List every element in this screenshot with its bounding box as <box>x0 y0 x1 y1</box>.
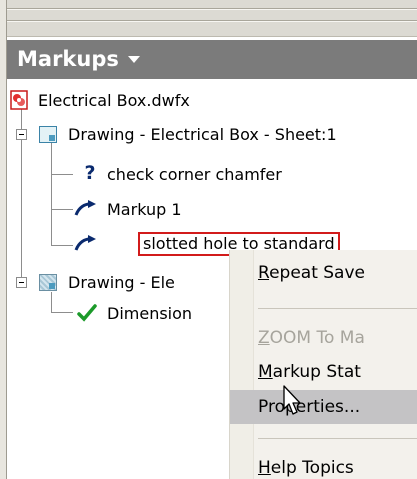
tree-item-markup[interactable]: Markup 1 <box>7 196 417 222</box>
collapse-toggle-icon[interactable] <box>16 129 27 140</box>
menu-item-label: Markup Stat <box>258 362 361 382</box>
question-mark-icon: ? <box>84 162 96 184</box>
markups-panel-header[interactable]: Markups <box>7 40 417 79</box>
panel-title: Markups <box>17 47 119 71</box>
tree-item-label: Electrical Box.dwfx <box>38 90 190 110</box>
collapse-toggle-icon[interactable] <box>16 277 27 288</box>
app-window: Markups Electrical Box.dwfx Drawing - El… <box>0 0 417 479</box>
curved-arrow-icon <box>74 235 96 251</box>
mouse-pointer-icon <box>283 385 301 415</box>
menu-item-label: Repeat Save <box>258 263 365 283</box>
dropdown-caret-icon[interactable] <box>127 56 140 63</box>
curved-arrow-icon <box>74 200 96 216</box>
menu-item-label: Help Topics <box>258 458 354 478</box>
menu-item-repeat-save[interactable]: Repeat Save <box>230 256 417 290</box>
tree-item-label: Drawing - Electrical Box - Sheet:1 <box>68 124 337 144</box>
tree-item-label: Markup 1 <box>107 199 182 219</box>
tree-item-root-file[interactable]: Electrical Box.dwfx <box>7 87 417 113</box>
tree-item-label: Drawing - Ele <box>68 272 175 292</box>
menu-item-markup-status[interactable]: Markup Stat <box>230 355 417 389</box>
dwfx-file-icon <box>10 90 28 110</box>
menu-item-zoom-to-markup[interactable]: ZOOM To Ma <box>230 321 417 355</box>
dotted-sheet-icon <box>39 274 57 291</box>
menu-item-help-topics[interactable]: Help Topics <box>230 451 417 479</box>
tree-item-sheet-1[interactable]: Drawing - Electrical Box - Sheet:1 <box>7 121 417 147</box>
menu-separator <box>258 438 417 439</box>
tree-item-markup[interactable]: ? check corner chamfer <box>7 161 417 187</box>
menu-separator <box>258 308 417 309</box>
tree-item-label: Dimension <box>107 303 193 323</box>
splitter-highlight <box>6 21 417 22</box>
menu-item-label: Properties... <box>258 397 361 417</box>
tree-item-label: check corner chamfer <box>107 164 282 184</box>
checkmark-icon <box>77 304 97 322</box>
splitter-highlight <box>6 9 417 10</box>
context-menu: Repeat Save ZOOM To Ma Markup Stat Prope… <box>229 250 417 479</box>
sheet-icon <box>39 126 57 143</box>
toolbar-strip <box>0 0 417 37</box>
menu-item-label: ZOOM To Ma <box>258 328 365 348</box>
window-left-border <box>0 0 7 479</box>
menu-item-properties[interactable]: Properties... <box>230 390 417 424</box>
